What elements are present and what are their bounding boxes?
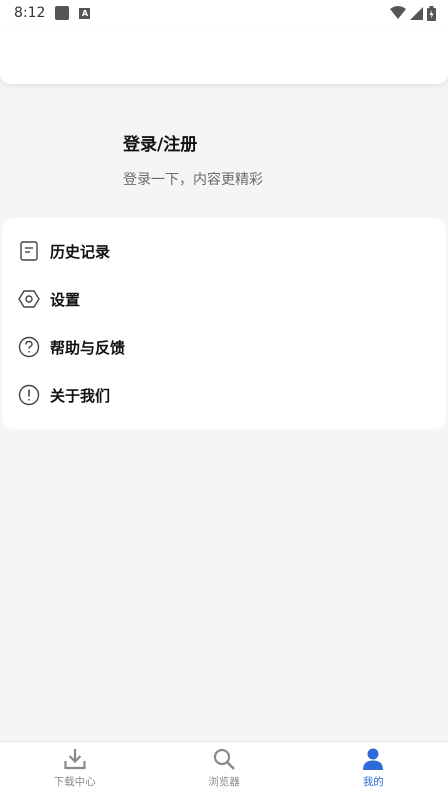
notification-a-icon: A [79,7,91,19]
notification-square-icon [55,6,70,20]
status-bar: 8:12 A [0,0,448,26]
help-icon [18,336,40,358]
tab-download-center[interactable]: 下载中心 [0,742,149,796]
menu-label-help-feedback: 帮助与反馈 [50,338,126,357]
bottom-tab-bar: 下载中心 浏览器 我的 [0,741,448,796]
menu-card: 历史记录 设置 帮助与反馈 关于我们 [2,218,446,429]
status-time: 8:12 [14,5,46,21]
signal-icon [410,6,423,20]
battery-icon [427,5,436,21]
search-icon [212,747,236,771]
menu-item-settings[interactable]: 设置 [2,275,446,323]
wifi-icon [390,6,406,19]
login-subtitle: 登录一下，内容更精彩 [123,172,263,188]
menu-label-history: 历史记录 [50,242,111,261]
settings-icon [18,288,40,310]
header-panel [0,26,448,84]
menu-item-help-feedback[interactable]: 帮助与反馈 [2,323,446,371]
tab-browser[interactable]: 浏览器 [149,742,298,796]
menu-label-settings: 设置 [50,290,81,309]
menu-item-about-us[interactable]: 关于我们 [2,371,446,419]
tab-mine[interactable]: 我的 [299,742,448,796]
tab-label-mine: 我的 [362,776,384,788]
tab-label-download-center: 下载中心 [53,776,96,788]
menu-item-history[interactable]: 历史记录 [2,227,446,275]
download-icon [63,747,87,771]
history-icon [18,240,40,262]
tab-label-browser: 浏览器 [208,776,240,788]
login-register-entry[interactable]: 登录/注册 登录一下，内容更精彩 [123,130,263,189]
login-title[interactable]: 登录/注册 [123,130,263,155]
info-icon [18,384,40,406]
user-icon [361,747,385,771]
menu-label-about-us: 关于我们 [50,386,111,405]
